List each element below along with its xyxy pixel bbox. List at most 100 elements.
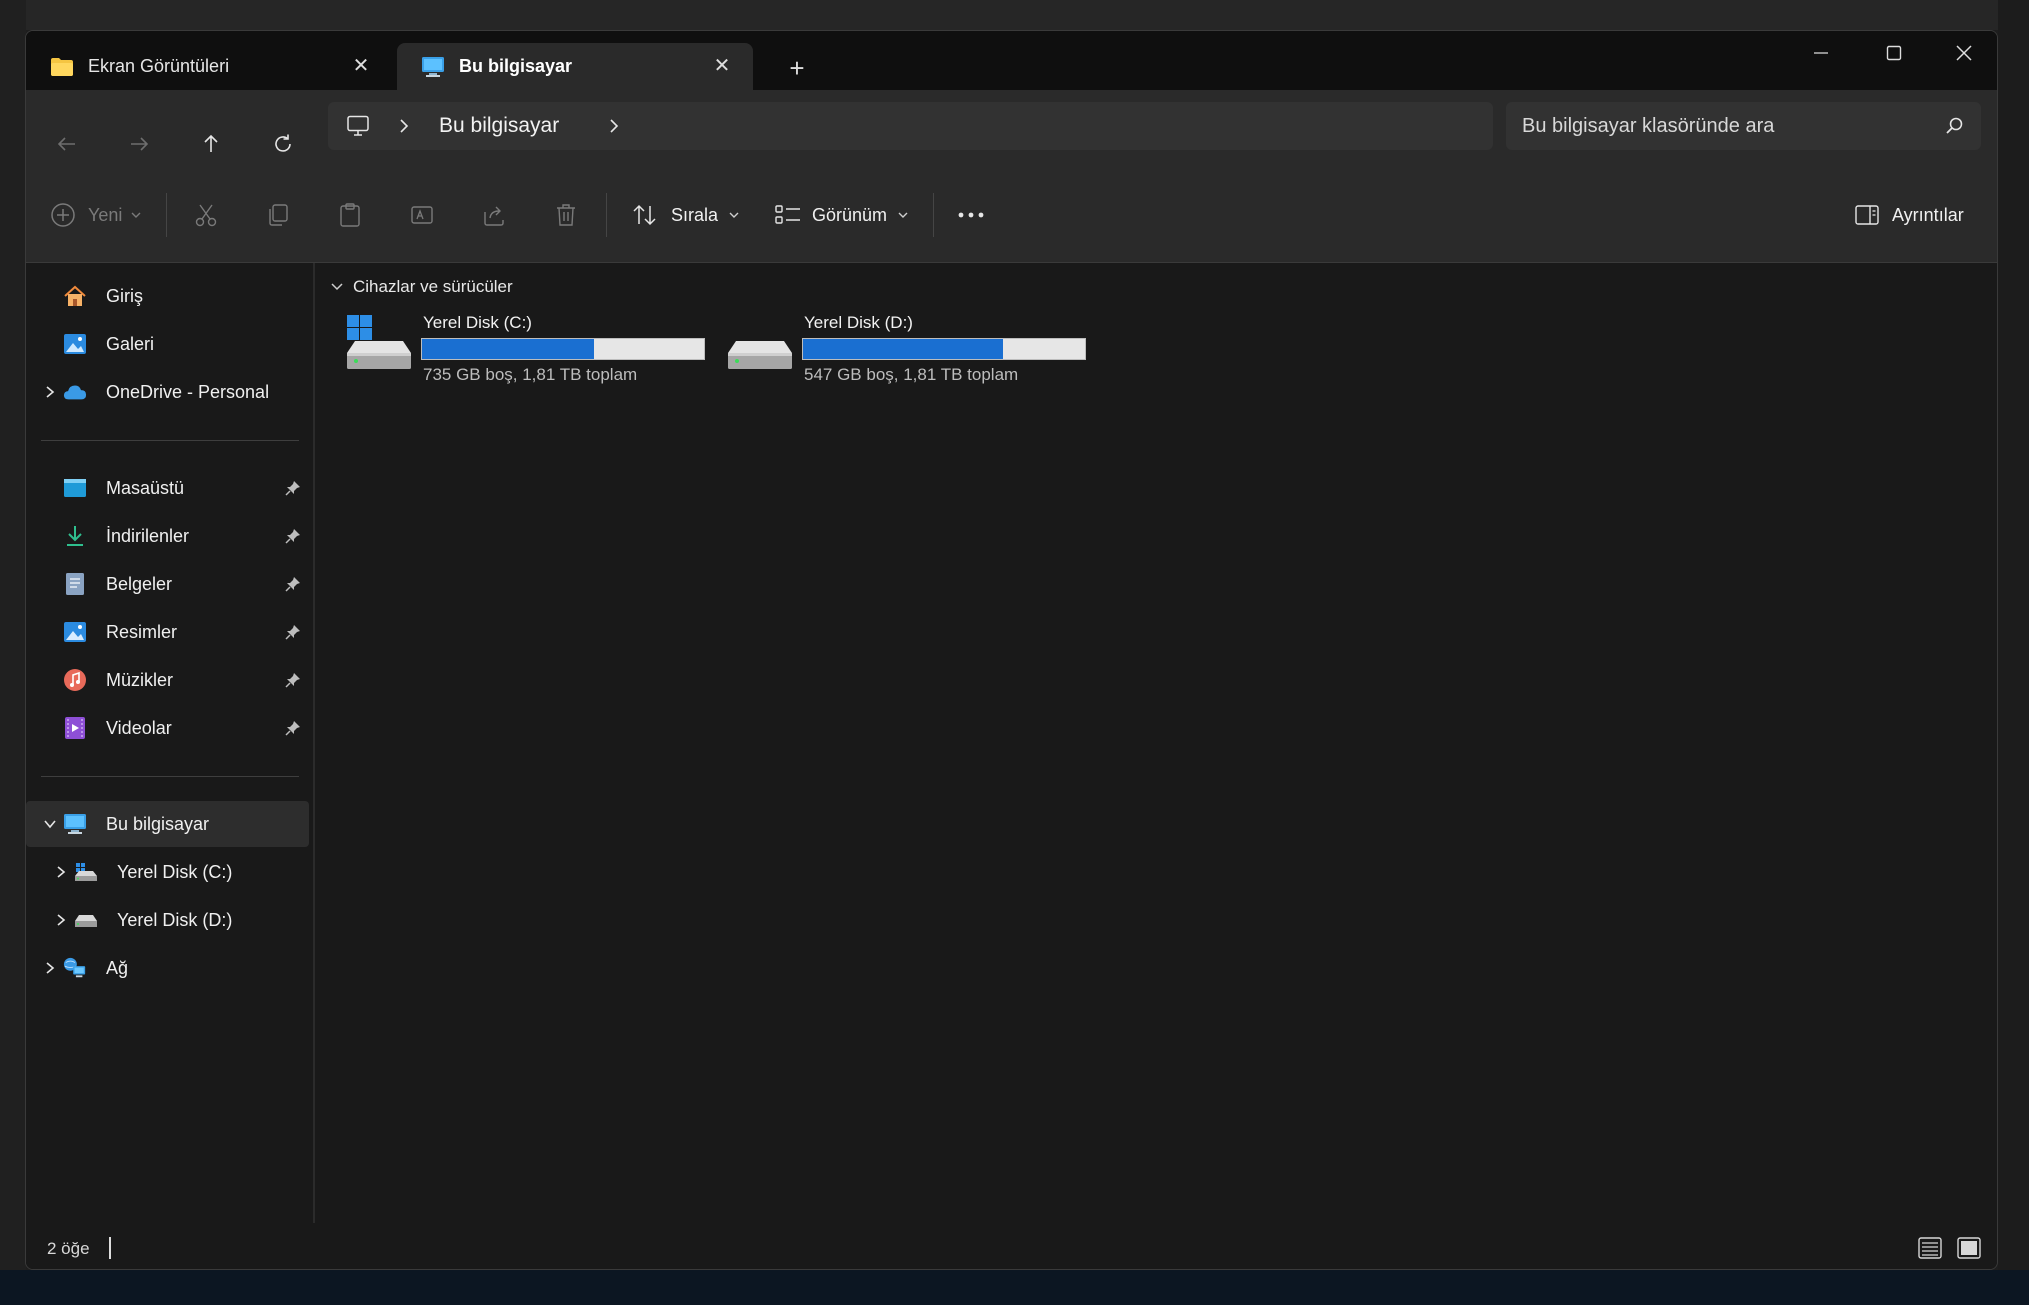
cut-button[interactable] — [193, 199, 219, 231]
forward-arrow-icon — [131, 137, 149, 151]
sidebar-item-label: İndirilenler — [106, 525, 190, 546]
tiles-view-icon — [1957, 1237, 1981, 1259]
new-label: Yeni — [88, 204, 123, 225]
drive-name: Yerel Disk (C:) — [423, 313, 532, 332]
pin-icon[interactable] — [285, 624, 301, 640]
breadcrumb-item[interactable]: Bu bilgisayar — [439, 114, 559, 138]
sidebar-item-pictures[interactable]: Resimler — [26, 609, 309, 655]
new-button[interactable]: Yeni — [50, 199, 142, 231]
paste-button[interactable] — [337, 199, 363, 231]
chevron-right-icon[interactable] — [51, 910, 71, 930]
rename-button[interactable] — [409, 199, 435, 231]
chevron-right-icon[interactable] — [40, 958, 60, 978]
sidebar-item-this-pc[interactable]: Bu bilgisayar — [26, 801, 309, 847]
sidebar-item-onedrive[interactable]: OneDrive - Personal — [26, 369, 309, 415]
sidebar-item-label: Müzikler — [106, 669, 174, 690]
sidebar-item-label: Ağ — [106, 957, 129, 978]
desktop-background-left — [0, 0, 26, 1305]
sort-icon — [633, 204, 656, 226]
details-pane-button[interactable]: Ayrıntılar — [1854, 199, 1964, 231]
drive-usage-bar — [802, 338, 1086, 360]
refresh-button[interactable] — [265, 126, 301, 162]
desktop-background-right — [1998, 0, 2029, 1305]
sidebar-item-network[interactable]: Ağ — [26, 945, 309, 991]
minimize-button[interactable] — [1786, 31, 1856, 75]
music-icon — [63, 668, 87, 692]
sidebar-item-drive-d[interactable]: Yerel Disk (D:) — [26, 897, 309, 943]
tab-ekran-goruntuleri[interactable]: Ekran Görüntüleri ✕ — [26, 43, 392, 90]
close-tab-icon[interactable]: ✕ — [350, 55, 372, 77]
copy-icon — [269, 204, 288, 226]
more-options-button[interactable] — [956, 199, 986, 231]
share-button[interactable] — [481, 199, 507, 231]
sidebar-divider — [41, 440, 299, 441]
sidebar-item-desktop[interactable]: Masaüstü — [26, 465, 309, 511]
breadcrumb-chevron-icon[interactable] — [608, 116, 620, 141]
sidebar-item-downloads[interactable]: İndirilenler — [26, 513, 309, 559]
chevron-down-icon[interactable] — [40, 814, 60, 834]
back-arrow-icon — [57, 137, 75, 151]
minimize-icon — [1814, 52, 1828, 54]
pin-icon[interactable] — [285, 672, 301, 688]
back-button[interactable] — [49, 126, 85, 162]
delete-button[interactable] — [553, 199, 579, 231]
sidebar-item-home[interactable]: Giriş — [26, 273, 309, 319]
toolbar-divider — [166, 193, 167, 237]
up-button[interactable] — [193, 126, 229, 162]
close-tab-icon[interactable]: ✕ — [711, 55, 733, 77]
tab-label: Ekran Görüntüleri — [88, 56, 230, 76]
sidebar-item-gallery[interactable]: Galeri — [26, 321, 309, 367]
drive-tile-d[interactable]: Yerel Disk (D:) 547 GB boş, 1,81 TB topl… — [726, 313, 1096, 387]
command-bar: Yeni Sırala Görünüm Ayrıntılar — [26, 165, 1997, 263]
maximize-button[interactable] — [1859, 31, 1929, 75]
sidebar-item-drive-c[interactable]: Yerel Disk (C:) — [26, 849, 309, 895]
forward-button[interactable] — [121, 126, 157, 162]
pin-icon[interactable] — [285, 480, 301, 496]
copy-button[interactable] — [265, 199, 291, 231]
computer-icon — [63, 812, 87, 836]
close-window-button[interactable] — [1929, 31, 1997, 75]
paste-icon — [340, 203, 360, 227]
group-header[interactable]: Cihazlar ve sürücüler — [329, 277, 513, 297]
download-icon — [63, 524, 87, 548]
details-view-icon — [1918, 1237, 1942, 1259]
sidebar-item-videos[interactable]: Videolar — [26, 705, 309, 751]
sidebar-item-music[interactable]: Müzikler — [26, 657, 309, 703]
sidebar-item-label: Masaüstü — [106, 477, 185, 498]
view-icon — [775, 205, 800, 224]
new-tab-button[interactable]: + — [782, 53, 812, 83]
sidebar-divider — [41, 776, 299, 777]
desktop-icon — [63, 476, 87, 500]
address-bar[interactable]: Bu bilgisayar — [328, 102, 1493, 150]
share-icon — [484, 206, 504, 226]
search-input[interactable]: Bu bilgisayar klasöründe ara — [1522, 115, 1774, 138]
sidebar-item-label: Galeri — [106, 333, 155, 354]
group-label: Cihazlar ve sürücüler — [353, 277, 513, 296]
content-area: Cihazlar ve sürücüler Yerel Disk (C:) 73… — [315, 263, 1997, 1223]
desktop-background-top — [0, 0, 2029, 30]
large-icons-view-button[interactable] — [1956, 1235, 1982, 1261]
refresh-icon — [275, 134, 291, 152]
drive-space-info: 735 GB boş, 1,81 TB toplam — [423, 365, 638, 384]
search-box[interactable]: Bu bilgisayar klasöründe ara — [1506, 102, 1981, 150]
details-view-button[interactable] — [1917, 1235, 1943, 1261]
breadcrumb-chevron-icon[interactable] — [398, 116, 410, 141]
navigation-pane: Giriş Galeri OneDrive - Personal Masaüst… — [26, 263, 313, 1223]
pin-icon[interactable] — [285, 720, 301, 736]
more-icon — [958, 212, 984, 218]
pin-icon[interactable] — [285, 528, 301, 544]
title-bar: Ekran Görüntüleri ✕ Bu bilgisayar ✕ + — [26, 31, 1997, 90]
chevron-right-icon[interactable] — [40, 382, 60, 402]
drive-tile-c[interactable]: Yerel Disk (C:) 735 GB boş, 1,81 TB topl… — [345, 313, 715, 387]
sidebar-item-label: Resimler — [106, 621, 178, 642]
sort-button[interactable]: Sırala — [631, 199, 740, 231]
chevron-right-icon[interactable] — [51, 862, 71, 882]
pin-icon[interactable] — [285, 576, 301, 592]
sidebar-item-documents[interactable]: Belgeler — [26, 561, 309, 607]
chevron-down-icon — [729, 212, 739, 218]
view-button[interactable]: Görünüm — [774, 199, 909, 231]
chevron-down-icon — [898, 212, 908, 218]
tab-bu-bilgisayar[interactable]: Bu bilgisayar ✕ — [397, 43, 753, 90]
rename-icon — [411, 206, 433, 224]
computer-outline-icon[interactable] — [346, 115, 370, 142]
